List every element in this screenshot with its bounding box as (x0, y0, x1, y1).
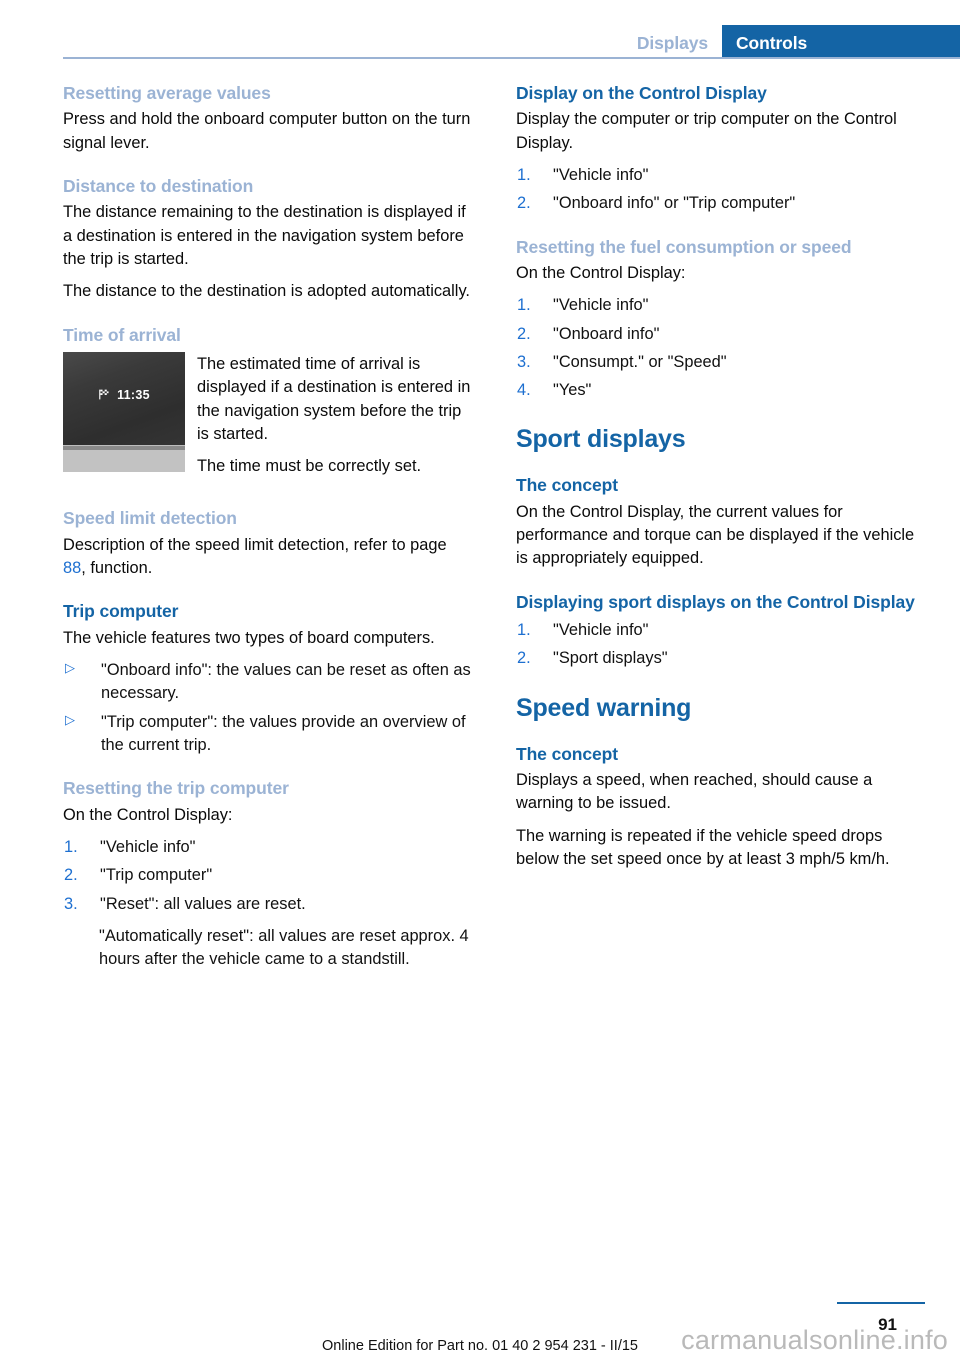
speed-limit-text-before: Description of the speed limit detection… (63, 535, 447, 554)
paragraph-estimated-time: The estimated time of arrival is display… (197, 354, 471, 443)
two-column-layout: Resetting average values Press and hold … (0, 62, 960, 971)
list-item: 4. "Yes" (516, 379, 926, 402)
heading-trip-computer: Trip computer (63, 601, 179, 622)
list-item-label: "Trip computer": the values provide an o… (101, 712, 466, 754)
right-column: Display on the Control Display Display t… (516, 62, 926, 971)
step-label: "Vehicle info" (553, 165, 649, 184)
step-label: "Onboard info" or "Trip computer" (553, 194, 796, 213)
heading-time-of-arrival: Time of arrival (63, 324, 181, 345)
paragraph-resetting-average-values: Press and hold the onboard computer butt… (63, 110, 471, 152)
list-reset-trip-computer-steps: 1. "Vehicle info" 2. "Trip computer" 3. … (63, 836, 473, 916)
arrival-time-value: 11:35 (117, 387, 150, 402)
paragraph-time-set: The time must be correctly set. (197, 457, 422, 476)
paragraph-distance-adopted: The distance to the destination is adopt… (63, 282, 470, 301)
list-item: 3. "Reset": all values are reset. (63, 893, 473, 916)
step-label: "Vehicle info" (100, 837, 196, 856)
list-item: ▷ "Trip computer": the values provide an… (63, 711, 473, 758)
step-number: 1. (517, 165, 531, 184)
step-number: 1. (64, 837, 78, 856)
step-label: "Sport displays" (553, 649, 668, 668)
list-item: 1. "Vehicle info" (516, 294, 926, 317)
step-number: 2. (64, 866, 78, 885)
figure-caption-text: The estimated time of arrival is display… (197, 352, 473, 487)
step-number: 3. (517, 352, 531, 371)
step-number: 1. (517, 621, 531, 640)
instrument-cluster-screen: 11:35 (63, 351, 185, 445)
heading-resetting-trip-computer: Resetting the trip computer (63, 778, 289, 799)
paragraph-speed-warning-2: The warning is repeated if the vehicle s… (516, 826, 890, 868)
list-item: 3. "Consumpt." or "Speed" (516, 351, 926, 374)
heading-sport-displays-concept: The concept (516, 475, 618, 496)
step-label: "Vehicle info" (553, 621, 649, 640)
heading-speed-warning: Speed warning (516, 693, 692, 722)
page-reference-link[interactable]: 88 (63, 559, 81, 577)
paragraph-display-computer: Display the computer or trip computer on… (516, 110, 897, 152)
heading-distance-to-destination: Distance to destination (63, 175, 254, 196)
step-number: 1. (517, 296, 531, 315)
figure-lower-bar (63, 449, 185, 472)
figure-block-time-of-arrival: 11:35 The estimated time of arrival is d… (63, 351, 473, 487)
header-tab-group: Displays Controls (623, 25, 960, 57)
list-item: 2. "Onboard info" or "Trip computer" (516, 192, 926, 215)
list-item: 2. "Sport displays" (516, 647, 926, 670)
checkered-flag-icon (98, 388, 111, 401)
list-sport-display-steps: 1. "Vehicle info" 2. "Sport displays" (516, 619, 926, 671)
paragraph-speed-warning-1: Displays a speed, when reached, should c… (516, 771, 873, 813)
tab-controls[interactable]: Controls (722, 25, 960, 57)
figure-arrival-display: 11:35 (63, 351, 185, 472)
list-item: 1. "Vehicle info" (516, 164, 926, 187)
triangle-bullet-icon: ▷ (65, 660, 75, 676)
paragraph-two-board-computers: The vehicle features two types of board … (63, 628, 435, 647)
paragraph-distance-remaining: The distance remaining to the destinatio… (63, 203, 466, 268)
triangle-bullet-icon: ▷ (65, 711, 75, 727)
left-column: Resetting average values Press and hold … (63, 62, 473, 971)
list-item: 1. "Vehicle info" (516, 619, 926, 642)
speed-limit-text-after: , function. (81, 559, 153, 578)
step-label: "Reset": all values are reset. (100, 894, 306, 913)
list-item-label: "Onboard info": the values can be reset … (101, 661, 471, 703)
list-board-computer-types: ▷ "Onboard info": the values can be rese… (63, 659, 473, 757)
step-label: "Trip computer" (100, 866, 213, 885)
heading-resetting-average-values: Resetting average values (63, 83, 271, 103)
arrival-time-row: 11:35 (63, 388, 185, 402)
page-number-rule (837, 1301, 925, 1304)
list-display-steps: 1. "Vehicle info" 2. "Onboard info" or "… (516, 164, 926, 216)
step-number: 2. (517, 649, 531, 668)
page-header: Displays Controls (0, 0, 960, 62)
step-number: 4. (517, 381, 531, 400)
list-item: ▷ "Onboard info": the values can be rese… (63, 659, 473, 706)
step-label: "Vehicle info" (553, 296, 649, 315)
step-number: 2. (517, 324, 531, 343)
page-footer: 91 Online Edition for Part no. 01 40 2 9… (0, 1272, 960, 1362)
list-item: 2. "Onboard info" (516, 323, 926, 346)
heading-resetting-fuel-consumption: Resetting the fuel consumption or speed (516, 236, 852, 257)
step-label: "Yes" (553, 381, 592, 400)
watermark: carmanualsonline.info (681, 1325, 948, 1355)
step-number: 3. (64, 894, 78, 913)
header-divider (63, 57, 960, 59)
step-label: "Consumpt." or "Speed" (553, 352, 727, 371)
step-label: "Onboard info" (553, 324, 660, 343)
heading-speed-limit-detection: Speed limit detection (63, 508, 237, 529)
paragraph-on-control-display-left: On the Control Display: (63, 805, 233, 824)
paragraph-automatically-reset: "Automatically reset": all values are re… (99, 926, 469, 969)
tab-displays[interactable]: Displays (623, 25, 722, 57)
list-item: 1. "Vehicle info" (63, 836, 473, 859)
page-content: Resetting average values Press and hold … (0, 62, 960, 971)
heading-display-on-control-display: Display on the Control Display (516, 83, 767, 103)
heading-sport-displays: Sport displays (516, 425, 686, 454)
paragraph-speed-limit-detection: Description of the speed limit detection… (63, 534, 473, 581)
heading-displaying-sport-displays: Displaying sport displays on the Control… (516, 591, 915, 612)
paragraph-on-control-display-right: On the Control Display: (516, 263, 686, 282)
step-number: 2. (517, 194, 531, 213)
heading-speed-warning-concept: The concept (516, 743, 618, 764)
paragraph-sport-displays-concept: On the Control Display, the current valu… (516, 502, 915, 568)
list-reset-fuel-steps: 1. "Vehicle info" 2. "Onboard info" 3. "… (516, 294, 926, 402)
list-item: 2. "Trip computer" (63, 864, 473, 887)
